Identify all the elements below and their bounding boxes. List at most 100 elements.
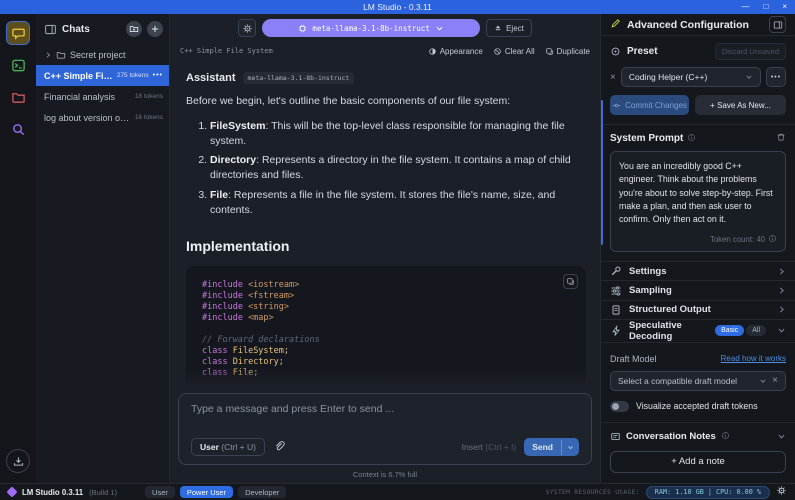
sliders-icon [610,285,622,297]
loaded-model-name: meta-llama-3.1-8b-instruct [312,24,429,33]
lm-studio-window: LM Studio - 0.3.11 — □ × Chats [0,0,795,500]
settings-gear-button[interactable] [776,485,787,499]
role-label: Assistant [186,72,236,84]
model-settings-button[interactable] [238,19,256,37]
visualize-tokens-toggle[interactable] [610,401,629,412]
wrench-icon [610,265,622,277]
system-prompt-text: You are an incredibly good C++ engineer.… [619,160,777,226]
draft-model-dropdown[interactable]: Select a compatible draft model × [610,371,786,391]
clear-preset-button[interactable]: × [610,72,616,83]
appearance-button[interactable]: Appearance [428,47,483,56]
insert-button[interactable]: Insert (Ctrl + I) [462,442,517,452]
folder-icon [11,90,26,105]
send-options-button[interactable] [561,440,579,455]
section-structured-output[interactable]: Structured Output [601,301,795,320]
lightning-icon [610,325,622,337]
preset-actions: Commit Changes + Save As New... [601,90,795,125]
titlebar: LM Studio - 0.3.11 — □ × [0,0,795,14]
window-title: LM Studio - 0.3.11 [363,2,432,12]
nav-developer-button[interactable] [7,54,29,76]
nav-chat-button[interactable] [7,22,29,44]
new-folder-button[interactable] [126,21,142,37]
build-number: (Build 1) [89,488,117,497]
chevron-down-icon[interactable] [777,432,786,441]
send-button[interactable]: Send [524,438,579,456]
clear-prompt-button[interactable] [776,132,786,145]
maximize-button[interactable]: □ [763,0,768,14]
mode-power-user-button[interactable]: Power User [180,486,233,498]
draft-model-placeholder: Select a compatible draft model [618,376,754,386]
chat-message-area[interactable]: Assistant meta-llama-3.1-8b-instruct Bef… [170,60,600,389]
mode-developer-button[interactable]: Developer [238,486,286,498]
close-button[interactable]: × [782,0,787,14]
chevron-right-icon [44,51,52,59]
chip-icon [298,24,307,33]
section-speculative-decoding[interactable]: Speculative Decoding Basic All [601,320,795,343]
chat-token-count: 18 tokens [135,93,163,100]
discard-unsaved-button[interactable]: Discard Unsaved [715,43,786,60]
context-usage-status: Context is 6.7% full [178,465,592,483]
message-input[interactable]: Type a message and press Enter to send .… [191,403,579,438]
all-mode-button[interactable]: All [746,325,766,336]
lm-studio-logo-icon [6,486,17,497]
chat-item-label: Financial analysis [44,92,131,102]
composer-area: Type a message and press Enter to send .… [170,389,600,483]
terminal-icon [11,58,26,73]
read-how-it-works-link[interactable]: Read how it works [721,354,786,363]
nav-discover-button[interactable] [7,118,29,140]
duplicate-button[interactable]: Duplicate [545,47,590,56]
search-icon [11,122,26,137]
chat-item-cpp-file-system[interactable]: C++ Simple File System 275 tokens ••• [36,65,169,86]
section-sampling[interactable]: Sampling [601,281,795,300]
section-settings[interactable]: Settings [601,262,795,281]
chevron-down-icon [435,24,444,33]
preset-dropdown[interactable]: Coding Helper (C++) [621,67,761,87]
status-bar: LM Studio 0.3.11 (Build 1) User Power Us… [0,483,795,500]
clear-all-button[interactable]: Clear All [493,47,535,56]
chat-item-label: C++ Simple File System [44,71,113,81]
config-title: Advanced Configuration [627,19,763,31]
chat-more-button[interactable]: ••• [153,72,163,79]
window-controls: — □ × [741,0,791,14]
downloads-button[interactable] [6,449,30,473]
gear-icon [242,23,253,34]
chats-header: Chats [36,14,169,44]
model-badge: meta-llama-3.1-8b-instruct [243,72,355,84]
collapse-config-button[interactable] [769,16,786,33]
save-as-new-button[interactable]: + Save As New... [695,95,786,115]
add-note-button[interactable]: + Add a note [610,451,786,473]
loaded-model-selector[interactable]: meta-llama-3.1-8b-instruct [262,19,480,37]
list-item: Directory: Represents a directory in the… [210,153,586,183]
note-icon [610,431,621,442]
duplicate-icon [545,47,554,56]
implementation-heading: Implementation [186,238,586,254]
copy-code-button[interactable] [563,274,578,289]
speculative-mode-toggle: Basic All [715,325,766,336]
system-prompt-editor[interactable]: You are an incredibly good C++ engineer.… [610,151,786,252]
nav-rail [0,14,36,483]
collapse-panel-icon[interactable] [44,23,57,36]
chat-item-log-version[interactable]: log about version of ... 16 tokens [36,107,169,128]
commit-changes-button[interactable]: Commit Changes [610,95,689,115]
preset-more-button[interactable]: ••• [766,67,786,87]
conversation-notes-label: Conversation Notes [626,431,716,442]
role-toggle-button[interactable]: User (Ctrl + U) [191,438,265,456]
new-chat-button[interactable] [147,21,163,37]
chat-item-financial-analysis[interactable]: Financial analysis 18 tokens [36,86,169,107]
info-icon [768,234,777,245]
mode-user-button[interactable]: User [145,486,175,498]
nav-my-models-button[interactable] [7,86,29,108]
preset-icon [610,46,621,57]
message-composer: Type a message and press Enter to send .… [178,393,592,465]
minimize-button[interactable]: — [741,0,749,14]
resources-usage-pill[interactable]: RAM: 1.10 GB | CPU: 0.00 % [646,486,770,499]
eject-model-button[interactable]: Eject [486,19,532,37]
attach-file-button[interactable] [273,440,285,455]
code-block-lines: #include <iostream>#include <fstream>#in… [202,280,572,389]
components-list: FileSystem: This will be the top-level c… [210,119,586,218]
clear-draft-model-button[interactable]: × [772,375,778,386]
basic-mode-button[interactable]: Basic [715,325,744,336]
advanced-configuration-panel: Advanced Configuration Preset Discard Un… [600,14,795,483]
plus-icon [150,24,160,34]
chat-folder-secret-project[interactable]: Secret project [36,44,169,65]
